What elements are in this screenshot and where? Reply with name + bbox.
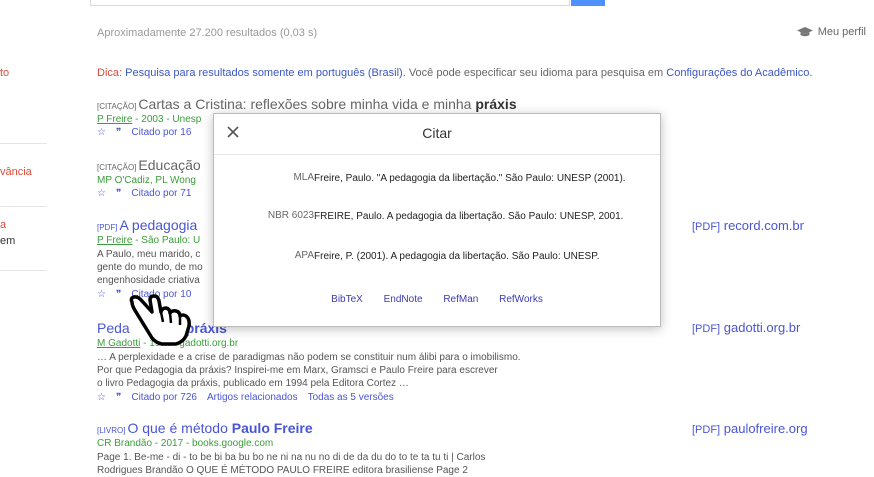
- side-domain: record.com.br: [723, 218, 804, 233]
- sidebar-fragment[interactable]: to: [0, 67, 9, 79]
- result-title[interactable]: [PDF] A pedagogia: [97, 217, 203, 233]
- result-type-tag: [PDF]: [97, 223, 118, 232]
- snippet-line: Rodrigues Brandão O QUE É MÉTODO PAULO F…: [97, 465, 468, 476]
- graduation-cap-icon: [796, 27, 813, 37]
- tip-suffix: .: [809, 67, 813, 79]
- my-profile-label: Meu perfil: [817, 26, 866, 38]
- portuguese-only-link[interactable]: Pesquisa para resultados somente em port…: [125, 67, 403, 79]
- result-snippet: … A perplexidade e a crise de paradigmas…: [97, 351, 521, 390]
- result-title-text: A pedagogia: [119, 217, 198, 233]
- result-actions: ☆ ❞ Citado por 726 Artigos relacionados …: [97, 392, 521, 403]
- sidebar-divider: [0, 270, 47, 271]
- save-star-icon[interactable]: ☆: [97, 188, 106, 199]
- save-star-icon[interactable]: ☆: [97, 127, 106, 138]
- result-actions: ☆ ❞ Citado por 71: [97, 188, 201, 199]
- results-stats: Aproximadamente 27.200 resultados (0,03 …: [97, 27, 318, 39]
- pdf-side-link[interactable]: [PDF] record.com.br: [692, 218, 804, 233]
- language-tip: Dica: Pesquisa para resultados somente e…: [97, 67, 812, 79]
- result-type-tag: [LIVRO]: [97, 426, 126, 435]
- result-title[interactable]: [CITAÇÃO] Cartas a Cristina: reflexões so…: [97, 96, 517, 112]
- related-articles-link[interactable]: Artigos relacionados: [207, 392, 298, 403]
- side-domain: paulofreire.org: [723, 421, 808, 436]
- refman-link[interactable]: RefMan: [443, 294, 478, 305]
- cite-dialog: Citar MLA Freire, Paulo. "A pedagogia da…: [213, 113, 661, 327]
- citation-text[interactable]: Freire, Paulo. "A pedagogia da libertaçã…: [314, 172, 634, 185]
- cite-quote-icon[interactable]: ❞: [116, 127, 121, 138]
- cite-quote-icon[interactable]: ❞: [116, 392, 121, 403]
- result-byline: CR Brandão - 2017 - books.google.com: [97, 438, 274, 449]
- result-title-text: Peda: [97, 320, 130, 336]
- search-button[interactable]: [571, 0, 605, 6]
- bibtex-link[interactable]: BibTeX: [331, 294, 363, 305]
- all-versions-link[interactable]: Todas as 5 versões: [308, 392, 394, 403]
- cited-by-link[interactable]: Citado por 71: [131, 188, 191, 199]
- result-byline: P Freire - São Paulo: U: [97, 235, 203, 246]
- tip-middle: . Você pode especificar seu idioma para …: [402, 67, 667, 79]
- side-domain: gadotti.org.br: [723, 320, 801, 335]
- citation-text[interactable]: Freire, P. (2001). A pedagogia da libert…: [314, 250, 634, 263]
- snippet-line: A Paulo, meu marido, c: [97, 249, 201, 260]
- side-tag: [PDF]: [692, 221, 721, 233]
- sidebar-divider: [0, 143, 47, 144]
- cited-by-link[interactable]: Citado por 726: [131, 392, 197, 403]
- cite-dialog-header: Citar: [214, 114, 660, 155]
- my-profile-link[interactable]: Meu perfil: [796, 26, 866, 38]
- result-snippet: Page 1. Be-me - di - to be bi ba bu bo n…: [97, 451, 485, 477]
- sidebar-fragment[interactable]: em: [0, 235, 15, 247]
- refworks-link[interactable]: RefWorks: [499, 294, 543, 305]
- byline-rest: - São Paulo: U: [132, 235, 201, 246]
- citation-style-label: NBR 6023: [267, 210, 314, 221]
- pdf-side-link[interactable]: [PDF] gadotti.org.br: [692, 320, 800, 335]
- sidebar-fragment[interactable]: vância: [0, 166, 32, 178]
- result-type-tag: [CITAÇÃO]: [97, 102, 137, 111]
- result-title[interactable]: [CITAÇÃO] Educação: [97, 157, 201, 173]
- snippet-line: … A perplexidade e a crise de paradigmas…: [97, 352, 521, 363]
- result-byline: MP O'Cadiz, PL Wong: [97, 175, 196, 186]
- result-title-text: O que é método: [127, 420, 232, 436]
- snippet-line: Por que Pedagogia da práxis? Inspirei-me…: [97, 365, 498, 376]
- snippet-line: o livro Pedagogia da práxis, publicado e…: [97, 378, 409, 389]
- scholar-settings-link[interactable]: Configurações do Acadêmico: [666, 67, 809, 79]
- result-title-bold: práxis: [475, 96, 517, 112]
- save-star-icon[interactable]: ☆: [97, 392, 106, 403]
- snippet-line: engenhosidade criativa: [97, 275, 200, 286]
- tip-prefix: Dica:: [97, 67, 123, 79]
- cite-dialog-title: Citar: [422, 125, 452, 141]
- search-result: [LIVRO] O que é método Paulo Freire CR Br…: [97, 420, 485, 477]
- pointing-hand-cursor-icon: [129, 294, 191, 346]
- cite-quote-icon[interactable]: ❞: [116, 289, 121, 300]
- save-star-icon[interactable]: ☆: [97, 289, 106, 300]
- snippet-line: Page 1. Be-me - di - to be bi ba bu bo n…: [97, 452, 486, 463]
- citation-style-label: APA: [294, 250, 314, 261]
- result-title-text: Educação: [138, 157, 201, 173]
- endnote-link[interactable]: EndNote: [384, 294, 423, 305]
- result-type-tag: [CITAÇÃO]: [97, 163, 137, 172]
- side-tag: [PDF]: [692, 323, 721, 335]
- result-title-text: Cartas a Cristina: reflexões sobre minha…: [138, 96, 476, 112]
- search-result: [CITAÇÃO] Educação MP O'Cadiz, PL Wong ☆ …: [97, 157, 201, 199]
- side-tag: [PDF]: [692, 424, 721, 436]
- search-input[interactable]: [90, 0, 570, 6]
- snippet-line: gente do mundo, de mo: [97, 262, 203, 273]
- result-title-bold: Paulo Freire: [231, 420, 313, 436]
- export-links: BibTeX EndNote RefMan RefWorks: [214, 294, 660, 305]
- result-snippet: A Paulo, meu marido, c gente do mundo, d…: [97, 248, 203, 287]
- result-title[interactable]: [LIVRO] O que é método Paulo Freire: [97, 420, 485, 436]
- citation-style-label: MLA: [293, 172, 314, 183]
- author-link[interactable]: P Freire: [97, 235, 132, 246]
- pdf-side-link[interactable]: [PDF] paulofreire.org: [692, 421, 808, 436]
- byline-rest: - 2003 - Unesp: [132, 114, 202, 125]
- author-link[interactable]: P Freire: [97, 114, 132, 125]
- sidebar-fragment[interactable]: a: [0, 219, 6, 231]
- citation-text[interactable]: FREIRE, Paulo. A pedagogia da libertação…: [314, 210, 634, 223]
- cite-quote-icon[interactable]: ❞: [116, 188, 121, 199]
- sidebar-divider: [0, 206, 47, 207]
- cited-by-link[interactable]: Citado por 16: [131, 127, 191, 138]
